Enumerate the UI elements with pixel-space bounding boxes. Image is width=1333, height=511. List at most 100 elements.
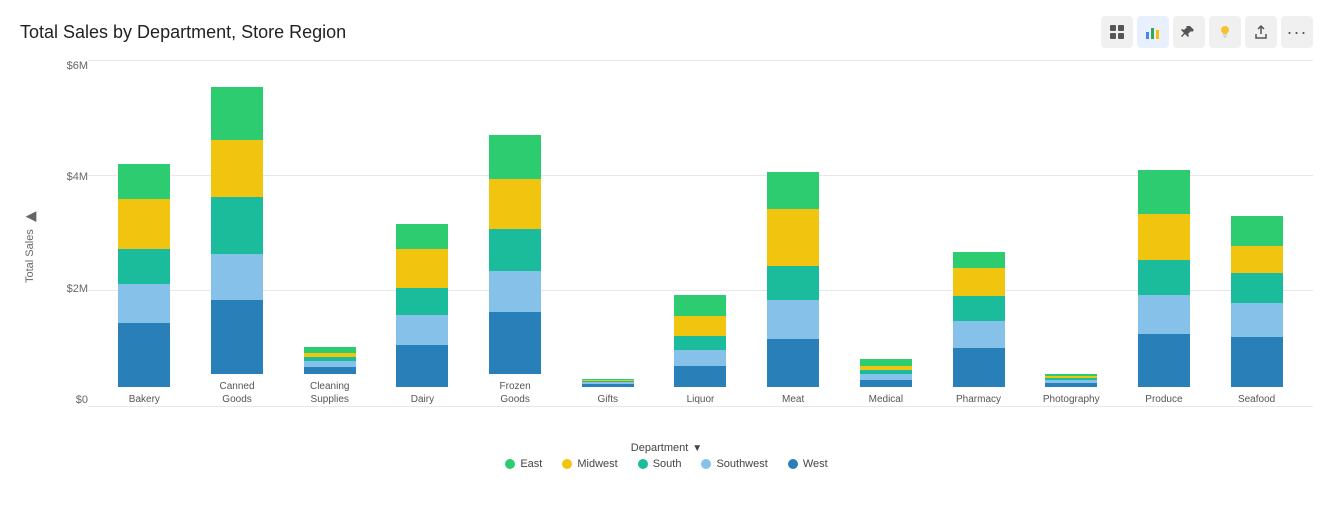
bar-label-5: Gifts — [598, 393, 619, 406]
legend-item-south: South — [638, 458, 682, 470]
bar-group-cleaning-supplies: Cleaning Supplies — [283, 347, 376, 406]
chart-area: Total Sales ▶ $6M $4M $2M $0 Bakery Canne… — [20, 56, 1313, 436]
bar-segment-0-2 — [118, 249, 170, 284]
bar-label-10: Photography — [1043, 393, 1100, 406]
legend-title: Department ▼ — [20, 442, 1313, 454]
bar-group-gifts: Gifts — [561, 379, 654, 406]
bar-segment-0-1 — [118, 284, 170, 323]
stacked-bar-8[interactable] — [860, 359, 912, 387]
chart-view-button[interactable] — [1137, 16, 1169, 48]
bar-segment-6-2 — [674, 336, 726, 350]
insights-button[interactable] — [1209, 16, 1241, 48]
bar-group-photography: Photography — [1025, 374, 1118, 406]
legend-item-southwest: Southwest — [701, 458, 767, 470]
bar-segment-9-3 — [953, 268, 1005, 296]
legend-dot-west — [788, 459, 798, 469]
legend-item-west: West — [788, 458, 828, 470]
bar-label-1: Canned Goods — [220, 380, 255, 406]
stacked-bar-12[interactable] — [1231, 216, 1283, 387]
bar-segment-6-4 — [674, 295, 726, 316]
bar-segment-10-0 — [1045, 383, 1097, 387]
bar-segment-12-1 — [1231, 303, 1283, 337]
legend-label-midwest: Midwest — [577, 458, 617, 470]
bar-group-frozen-goods: Frozen Goods — [469, 135, 562, 406]
bar-group-dairy: Dairy — [376, 224, 469, 406]
stacked-bar-2[interactable] — [304, 347, 356, 374]
bar-label-2: Cleaning Supplies — [310, 380, 349, 406]
pin-button[interactable] — [1173, 16, 1205, 48]
y-axis: $6M $4M $2M $0 — [44, 56, 88, 436]
header: Total Sales by Department, Store Region — [20, 16, 1313, 48]
bar-segment-11-1 — [1138, 295, 1190, 334]
bar-segment-6-3 — [674, 316, 726, 336]
y-tick-2m: $2M — [67, 283, 88, 295]
bar-segment-11-2 — [1138, 260, 1190, 295]
legend-label-southwest: Southwest — [716, 458, 767, 470]
bar-segment-7-4 — [767, 172, 819, 209]
stacked-bar-1[interactable] — [211, 87, 263, 374]
legend-dot-southwest — [701, 459, 711, 469]
chevron-down-icon[interactable]: ▼ — [692, 443, 702, 454]
stacked-bar-10[interactable] — [1045, 374, 1097, 387]
page-title: Total Sales by Department, Store Region — [20, 22, 346, 43]
bar-segment-4-3 — [489, 179, 541, 229]
bar-segment-7-3 — [767, 209, 819, 266]
stacked-bar-4[interactable] — [489, 135, 541, 374]
bar-segment-12-4 — [1231, 216, 1283, 246]
bar-group-meat: Meat — [747, 172, 840, 406]
bar-segment-7-1 — [767, 300, 819, 339]
bar-group-pharmacy: Pharmacy — [932, 252, 1025, 406]
legend-item-east: East — [505, 458, 542, 470]
y-axis-label: Total Sales ▶ — [20, 56, 40, 436]
bar-segment-4-4 — [489, 135, 541, 179]
bar-segment-7-0 — [767, 339, 819, 387]
stacked-bar-0[interactable] — [118, 164, 170, 387]
bar-segment-4-1 — [489, 271, 541, 312]
legend-dot-south — [638, 459, 648, 469]
stacked-bar-5[interactable] — [582, 379, 634, 387]
stacked-bar-9[interactable] — [953, 252, 1005, 387]
stacked-bar-6[interactable] — [674, 295, 726, 387]
bar-segment-1-3 — [211, 140, 263, 197]
bar-segment-1-4 — [211, 87, 263, 140]
stacked-bar-3[interactable] — [396, 224, 448, 387]
bar-segment-4-2 — [489, 229, 541, 271]
bar-segment-1-1 — [211, 254, 263, 300]
bar-group-canned-goods: Canned Goods — [191, 87, 284, 406]
legend-item-midwest: Midwest — [562, 458, 617, 470]
bar-segment-4-0 — [489, 312, 541, 374]
bar-group-medical: Medical — [840, 359, 933, 406]
bar-segment-9-1 — [953, 321, 1005, 348]
y-tick-4m: $4M — [67, 171, 88, 183]
bar-segment-3-3 — [396, 249, 448, 288]
bar-label-3: Dairy — [411, 393, 434, 406]
chart-inner: Bakery Canned Goods Cleaning Supplies Dairy… — [88, 56, 1313, 436]
bar-segment-5-0 — [582, 384, 634, 387]
bar-segment-9-0 — [953, 348, 1005, 387]
legend-dot-midwest — [562, 459, 572, 469]
bar-segment-8-4 — [860, 359, 912, 366]
toolbar: ··· — [1101, 16, 1313, 48]
bar-segment-9-2 — [953, 296, 1005, 321]
bar-segment-12-0 — [1231, 337, 1283, 387]
bar-segment-8-0 — [860, 380, 912, 387]
bar-label-9: Pharmacy — [956, 393, 1001, 406]
bar-segment-11-0 — [1138, 334, 1190, 387]
bar-group-seafood: Seafood — [1210, 216, 1303, 406]
bar-label-12: Seafood — [1238, 393, 1275, 406]
legend-label-south: South — [653, 458, 682, 470]
stacked-bar-7[interactable] — [767, 172, 819, 387]
y-tick-0: $0 — [76, 394, 88, 406]
bar-segment-11-4 — [1138, 170, 1190, 214]
more-button[interactable]: ··· — [1281, 16, 1313, 48]
bar-segment-0-3 — [118, 199, 170, 249]
stacked-bar-11[interactable] — [1138, 170, 1190, 387]
share-button[interactable] — [1245, 16, 1277, 48]
bar-label-8: Medical — [869, 393, 903, 406]
bar-segment-6-0 — [674, 366, 726, 387]
bar-label-11: Produce — [1145, 393, 1182, 406]
table-view-button[interactable] — [1101, 16, 1133, 48]
bar-segment-12-3 — [1231, 246, 1283, 273]
bar-label-4: Frozen Goods — [500, 380, 531, 406]
bar-group-bakery: Bakery — [98, 164, 191, 406]
